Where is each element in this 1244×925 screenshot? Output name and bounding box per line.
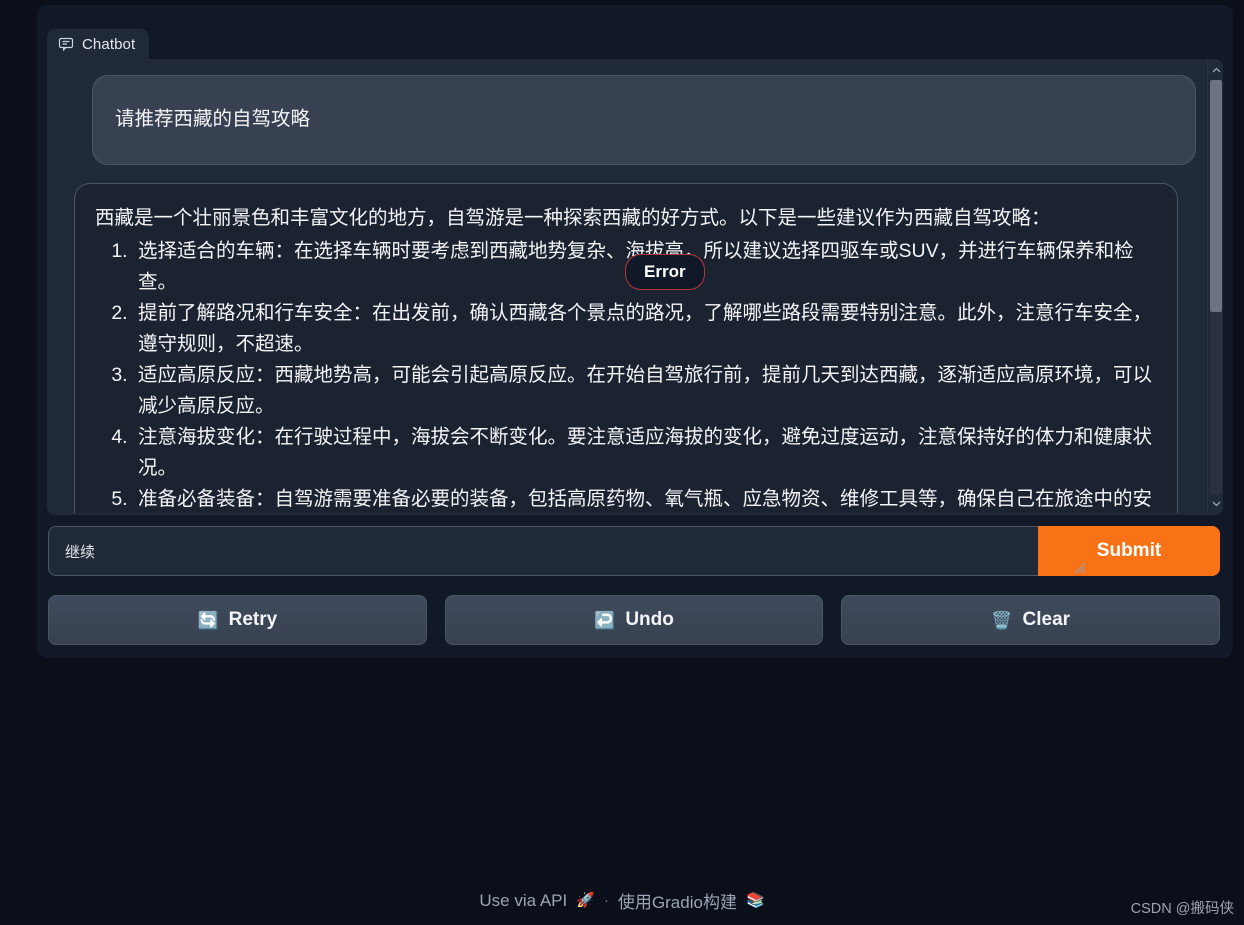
undo-button[interactable]: ↩️ Undo bbox=[444, 595, 824, 645]
chatbot-tab[interactable]: Chatbot bbox=[47, 29, 150, 59]
bot-intro-text: 西藏是一个壮丽景色和丰富文化的地方，自驾游是一种探索西藏的好方式。以下是一些建议… bbox=[95, 207, 1051, 229]
prompt-input-row: Submit bbox=[48, 526, 1220, 576]
use-via-api-link[interactable]: Use via API bbox=[479, 891, 567, 911]
rocket-icon: 🚀 bbox=[576, 892, 595, 909]
action-button-row: 🔄 Retry ↩️ Undo 🗑️ Clear bbox=[48, 595, 1221, 645]
chat-scrollbar[interactable] bbox=[1207, 59, 1223, 515]
footer: Use via API 🚀 · 使用Gradio构建 📚 bbox=[0, 888, 1244, 913]
undo-button-label: Undo bbox=[625, 609, 674, 630]
retry-button-label: Retry bbox=[228, 609, 278, 630]
bot-message-bubble: 西藏是一个壮丽景色和丰富文化的地方，自驾游是一种探索西藏的好方式。以下是一些建议… bbox=[74, 183, 1178, 513]
user-message-text: 请推荐西藏的自驾攻略 bbox=[115, 108, 311, 130]
list-item: 适应高原反应：西藏地势高，可能会引起高原反应。在开始自驾旅行前，提前几天到达西藏… bbox=[133, 360, 1157, 422]
scrollbar-track[interactable] bbox=[1210, 80, 1222, 494]
chat-scroll-area[interactable]: 请推荐西藏的自驾攻略 西藏是一个壮丽景色和丰富文化的地方，自驾游是一种探索西藏的… bbox=[47, 59, 1207, 515]
scroll-up-arrow-icon[interactable] bbox=[1208, 62, 1223, 78]
list-item: 准备必备装备：自驾游需要准备必要的装备，包括高原药物、氧气瓶、应急物资、维修工具… bbox=[133, 484, 1157, 515]
message-input[interactable] bbox=[48, 526, 1038, 576]
clear-button-label: Clear bbox=[1022, 609, 1071, 630]
app-root: Chatbot 请推荐西藏的自驾攻略 西藏是一个壮丽景色和丰富文化的地方，自驾游… bbox=[0, 0, 1244, 925]
built-with-gradio-link[interactable]: 使用Gradio构建 bbox=[618, 888, 737, 913]
user-message-bubble: 请推荐西藏的自驾攻略 bbox=[92, 75, 1196, 165]
scroll-down-arrow-icon[interactable] bbox=[1208, 496, 1223, 512]
chatbot-tab-label: Chatbot bbox=[82, 35, 136, 53]
scrollbar-thumb[interactable] bbox=[1210, 80, 1222, 312]
gradio-logo-icon: 📚 bbox=[745, 892, 765, 909]
clear-button[interactable]: 🗑️ Clear bbox=[841, 595, 1221, 645]
refresh-icon: 🔄 bbox=[197, 610, 219, 630]
watermark: CSDN @搬码侠 bbox=[1130, 901, 1234, 917]
list-item: 提前了解路况和行车安全：在出发前，确认西藏各个景点的路况，了解哪些路段需要特别注… bbox=[133, 298, 1157, 360]
retry-button[interactable]: 🔄 Retry bbox=[48, 595, 427, 645]
chat-bubble-icon bbox=[58, 36, 74, 52]
error-badge: Error bbox=[625, 254, 705, 290]
submit-button[interactable]: Submit bbox=[1038, 526, 1220, 576]
trash-icon: 🗑️ bbox=[991, 610, 1013, 630]
undo-arrow-icon: ↩️ bbox=[594, 610, 616, 630]
list-item: 注意海拔变化：在行驶过程中，海拔会不断变化。要注意适应海拔的变化，避免过度运动，… bbox=[133, 422, 1157, 484]
footer-separator: · bbox=[603, 892, 609, 909]
